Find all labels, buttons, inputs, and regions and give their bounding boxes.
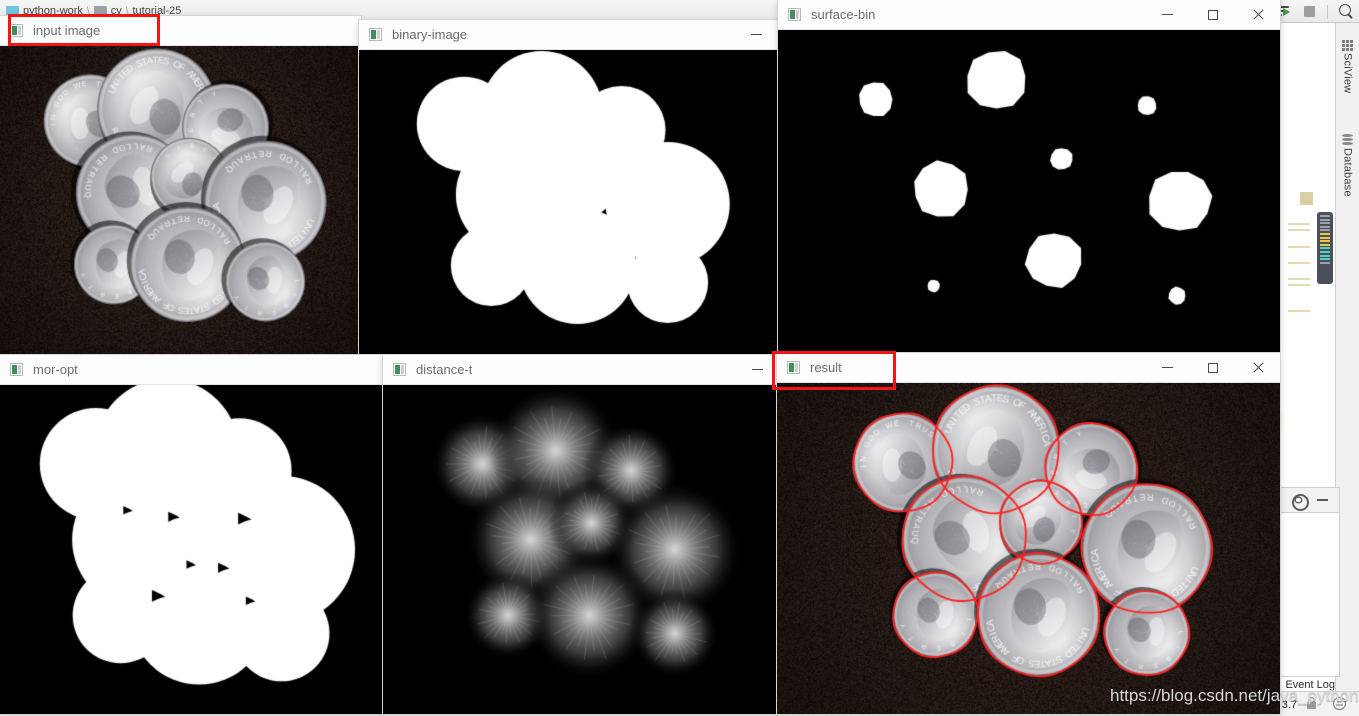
distance-transform xyxy=(383,385,780,714)
binary-circles xyxy=(359,50,779,358)
image-canvas-container xyxy=(778,30,1280,352)
window-result[interactable]: result xyxy=(777,353,1280,714)
window-titlebar[interactable]: distance-t xyxy=(383,355,780,385)
toolbar-divider xyxy=(1327,4,1328,19)
window-title: input image xyxy=(33,23,101,38)
breadcrumb-separator: \ xyxy=(86,5,90,17)
morph-blob xyxy=(0,385,383,714)
opencv-icon xyxy=(788,8,801,21)
window-input-image[interactable]: input image xyxy=(0,16,361,358)
stripe-marker xyxy=(1288,284,1310,286)
image-canvas-container xyxy=(383,385,780,714)
window-title: distance-t xyxy=(416,362,473,377)
window-titlebar[interactable]: result xyxy=(777,353,1280,383)
maximize-button[interactable] xyxy=(1190,0,1235,30)
opencv-icon xyxy=(369,28,382,41)
window-surface-bin[interactable]: surface-bin xyxy=(778,0,1280,352)
window-titlebar[interactable]: binary-image xyxy=(359,20,779,50)
sidebar-item-label: Database xyxy=(1341,148,1354,197)
window-controls xyxy=(734,20,779,50)
stripe-marker xyxy=(1288,246,1310,248)
stripe-marker xyxy=(1288,310,1310,312)
coins-contoured xyxy=(777,383,1280,714)
minimap-chip xyxy=(1317,212,1333,284)
folder-icon xyxy=(93,6,107,16)
gear-icon[interactable] xyxy=(1292,493,1309,511)
database-icon xyxy=(1342,134,1353,146)
window-title: binary-image xyxy=(392,27,468,42)
window-title: surface-bin xyxy=(811,7,876,22)
window-controls xyxy=(1145,0,1280,30)
grid-icon xyxy=(1342,40,1353,51)
window-title: result xyxy=(810,360,842,375)
sidebar-item-database[interactable]: Database xyxy=(1336,134,1359,197)
stripe-marker xyxy=(1288,262,1310,264)
stripe-marker xyxy=(1288,223,1310,225)
image-canvas-container xyxy=(777,383,1280,714)
sidebar-item-label: SciView xyxy=(1341,53,1354,94)
stripe-marker xyxy=(1300,192,1313,205)
image-canvas-container xyxy=(359,50,779,358)
opencv-icon xyxy=(10,24,23,37)
window-titlebar[interactable]: mor-opt xyxy=(0,355,383,385)
minimize-button[interactable] xyxy=(1145,353,1190,383)
window-binary-image[interactable]: binary-image xyxy=(359,20,779,358)
image-canvas-container xyxy=(0,385,383,714)
window-distance-t[interactable]: distance-t xyxy=(383,355,780,714)
opencv-icon xyxy=(787,361,800,374)
stripe-marker xyxy=(1288,278,1310,280)
image-canvas-container xyxy=(0,46,361,358)
minimize-button[interactable] xyxy=(734,20,779,50)
window-title: mor-opt xyxy=(33,362,78,377)
window-mor-opt[interactable]: mor-opt xyxy=(0,355,383,714)
window-titlebar[interactable]: input image xyxy=(0,16,361,46)
folder-icon xyxy=(6,6,19,16)
stop-icon[interactable] xyxy=(1300,3,1318,20)
tool-window-panel xyxy=(1280,487,1340,677)
close-button[interactable] xyxy=(1235,353,1280,383)
watermark-url: https://blog.csdn.net/java_pythons xyxy=(1110,686,1359,705)
tool-window-header xyxy=(1280,487,1340,513)
opencv-icon xyxy=(10,363,23,376)
sidebar-item-sciview[interactable]: SciView xyxy=(1336,40,1359,93)
toolbar-icons xyxy=(1273,2,1355,21)
breadcrumb-separator: \ xyxy=(125,5,129,17)
opencv-icon xyxy=(393,363,406,376)
surface-dots xyxy=(778,30,1280,352)
close-button[interactable] xyxy=(1235,0,1280,30)
window-titlebar[interactable]: surface-bin xyxy=(778,0,1280,30)
minimize-icon[interactable] xyxy=(1317,499,1328,501)
window-controls xyxy=(735,355,780,385)
maximize-button[interactable] xyxy=(1190,353,1235,383)
coins-photo xyxy=(0,46,361,358)
minimize-button[interactable] xyxy=(735,355,780,385)
stripe-marker xyxy=(1288,229,1310,231)
minimize-button[interactable] xyxy=(1145,0,1190,30)
search-icon[interactable] xyxy=(1337,3,1355,20)
window-controls xyxy=(1145,353,1280,383)
